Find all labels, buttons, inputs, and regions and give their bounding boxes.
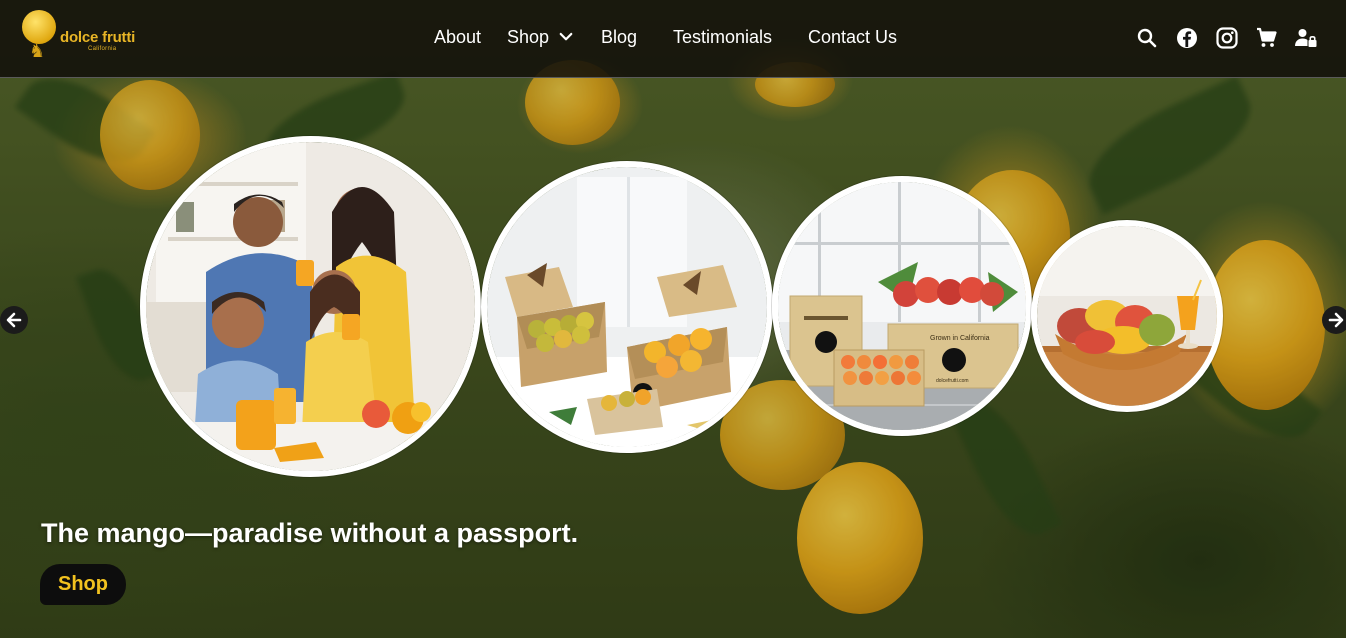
nav-contact-us[interactable]: Contact Us <box>808 26 897 48</box>
box-url-text: dolcefrutti.com <box>936 378 969 384</box>
box-label-text: Grown in California <box>930 335 990 342</box>
search-icon[interactable] <box>1135 26 1159 50</box>
arrow-right-icon <box>1328 312 1344 328</box>
carousel-next-button[interactable] <box>1322 306 1346 334</box>
grown-in-california-image: Grown in California dolcefrutti.com <box>778 182 1026 430</box>
chevron-down-icon[interactable] <box>557 28 575 46</box>
account-lock-icon[interactable] <box>1294 26 1318 50</box>
mango-bowl-image <box>1037 226 1217 406</box>
carousel-slide-gift-boxes[interactable] <box>481 161 773 453</box>
logo-mango-icon <box>22 10 56 44</box>
brand-name: dolce frutti <box>60 29 136 46</box>
nav-testimonials[interactable]: Testimonials <box>673 26 772 48</box>
instagram-icon[interactable] <box>1215 26 1239 50</box>
nav-blog[interactable]: Blog <box>601 26 637 48</box>
mango-gift-boxes-image <box>487 167 767 447</box>
cart-icon[interactable] <box>1255 26 1279 50</box>
carousel-prev-button[interactable] <box>0 306 28 334</box>
brand-subtitle: California <box>88 46 117 52</box>
nav-shop[interactable]: Shop <box>507 26 549 48</box>
carousel-slide-california-boxes[interactable]: Grown in California dolcefrutti.com <box>772 176 1032 436</box>
horse-rider-icon: ♞ <box>29 41 46 61</box>
carousel-slide-mango-bowl[interactable] <box>1031 220 1223 412</box>
hero-tagline: The mango—paradise without a passport. <box>41 518 579 548</box>
shop-button[interactable]: Shop <box>40 564 126 605</box>
site-header: ♞ dolce frutti California About Shop Blo… <box>0 0 1346 78</box>
nav-about[interactable]: About <box>434 26 481 48</box>
carousel-slide-family[interactable] <box>140 136 481 477</box>
family-juice-image <box>146 142 475 471</box>
facebook-icon[interactable] <box>1175 26 1199 50</box>
arrow-left-icon <box>6 312 22 328</box>
brand-logo[interactable]: ♞ dolce frutti California <box>22 10 152 66</box>
